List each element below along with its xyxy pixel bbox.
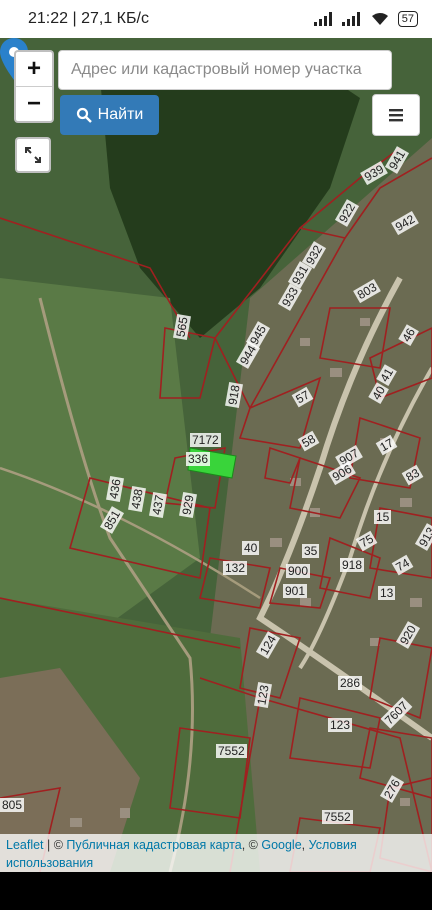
map-view[interactable]: 941 939 922 942 932 931 933 803 565 945 944 918 57 41…	[0, 38, 432, 872]
battery-icon: 57	[397, 11, 418, 27]
plot-number-label: 132	[223, 561, 248, 575]
signal-icon-2	[341, 12, 360, 26]
attribution-separator: | ©	[43, 838, 67, 852]
status-time: 21:22 | 27,1 КБ/с	[28, 10, 149, 27]
fullscreen-button[interactable]	[15, 137, 51, 173]
plot-number-label: 7552	[322, 810, 353, 824]
plot-number-label: 35	[302, 544, 320, 558]
android-nav-bar	[0, 872, 432, 910]
plot-number-label: 918	[340, 558, 365, 572]
leaflet-link[interactable]: Leaflet	[6, 838, 44, 852]
plot-number-label: 13	[378, 586, 396, 600]
menu-button[interactable]	[372, 94, 420, 136]
find-button[interactable]: Найти	[60, 95, 159, 135]
expand-icon	[25, 147, 41, 163]
plot-number-label: 123	[328, 718, 353, 732]
plot-number-label: 7172	[190, 433, 221, 447]
plot-number-label: 7552	[216, 744, 247, 758]
hamburger-icon	[389, 109, 403, 122]
plot-number-label: 805	[0, 798, 25, 812]
status-icons: 57	[313, 11, 418, 27]
plot-number-label: 336	[186, 452, 211, 466]
google-link[interactable]: Google	[261, 838, 301, 852]
attribution-separator: ,	[301, 838, 309, 852]
status-bar: 21:22 | 27,1 КБ/с 57	[0, 0, 432, 38]
plot-number-label: 900	[286, 564, 311, 578]
plot-number-label: 286	[338, 676, 363, 690]
plot-number-label: 40	[242, 541, 260, 555]
attribution-separator: , ©	[241, 838, 262, 852]
zoom-out-button[interactable]: −	[16, 86, 52, 121]
cadastral-map-link[interactable]: Публичная кадастровая карта	[66, 838, 241, 852]
wifi-icon	[371, 13, 388, 25]
find-button-label: Найти	[97, 106, 144, 123]
plot-number-label: 901	[283, 584, 308, 598]
plot-number-label: 15	[374, 510, 392, 524]
zoom-control: + −	[14, 50, 54, 123]
search-input[interactable]	[58, 50, 392, 90]
search-icon	[76, 107, 92, 123]
signal-icon	[313, 12, 332, 26]
map-attribution: Leaflet | © Публичная кадастровая карта,…	[0, 834, 432, 872]
zoom-in-button[interactable]: +	[16, 52, 52, 86]
